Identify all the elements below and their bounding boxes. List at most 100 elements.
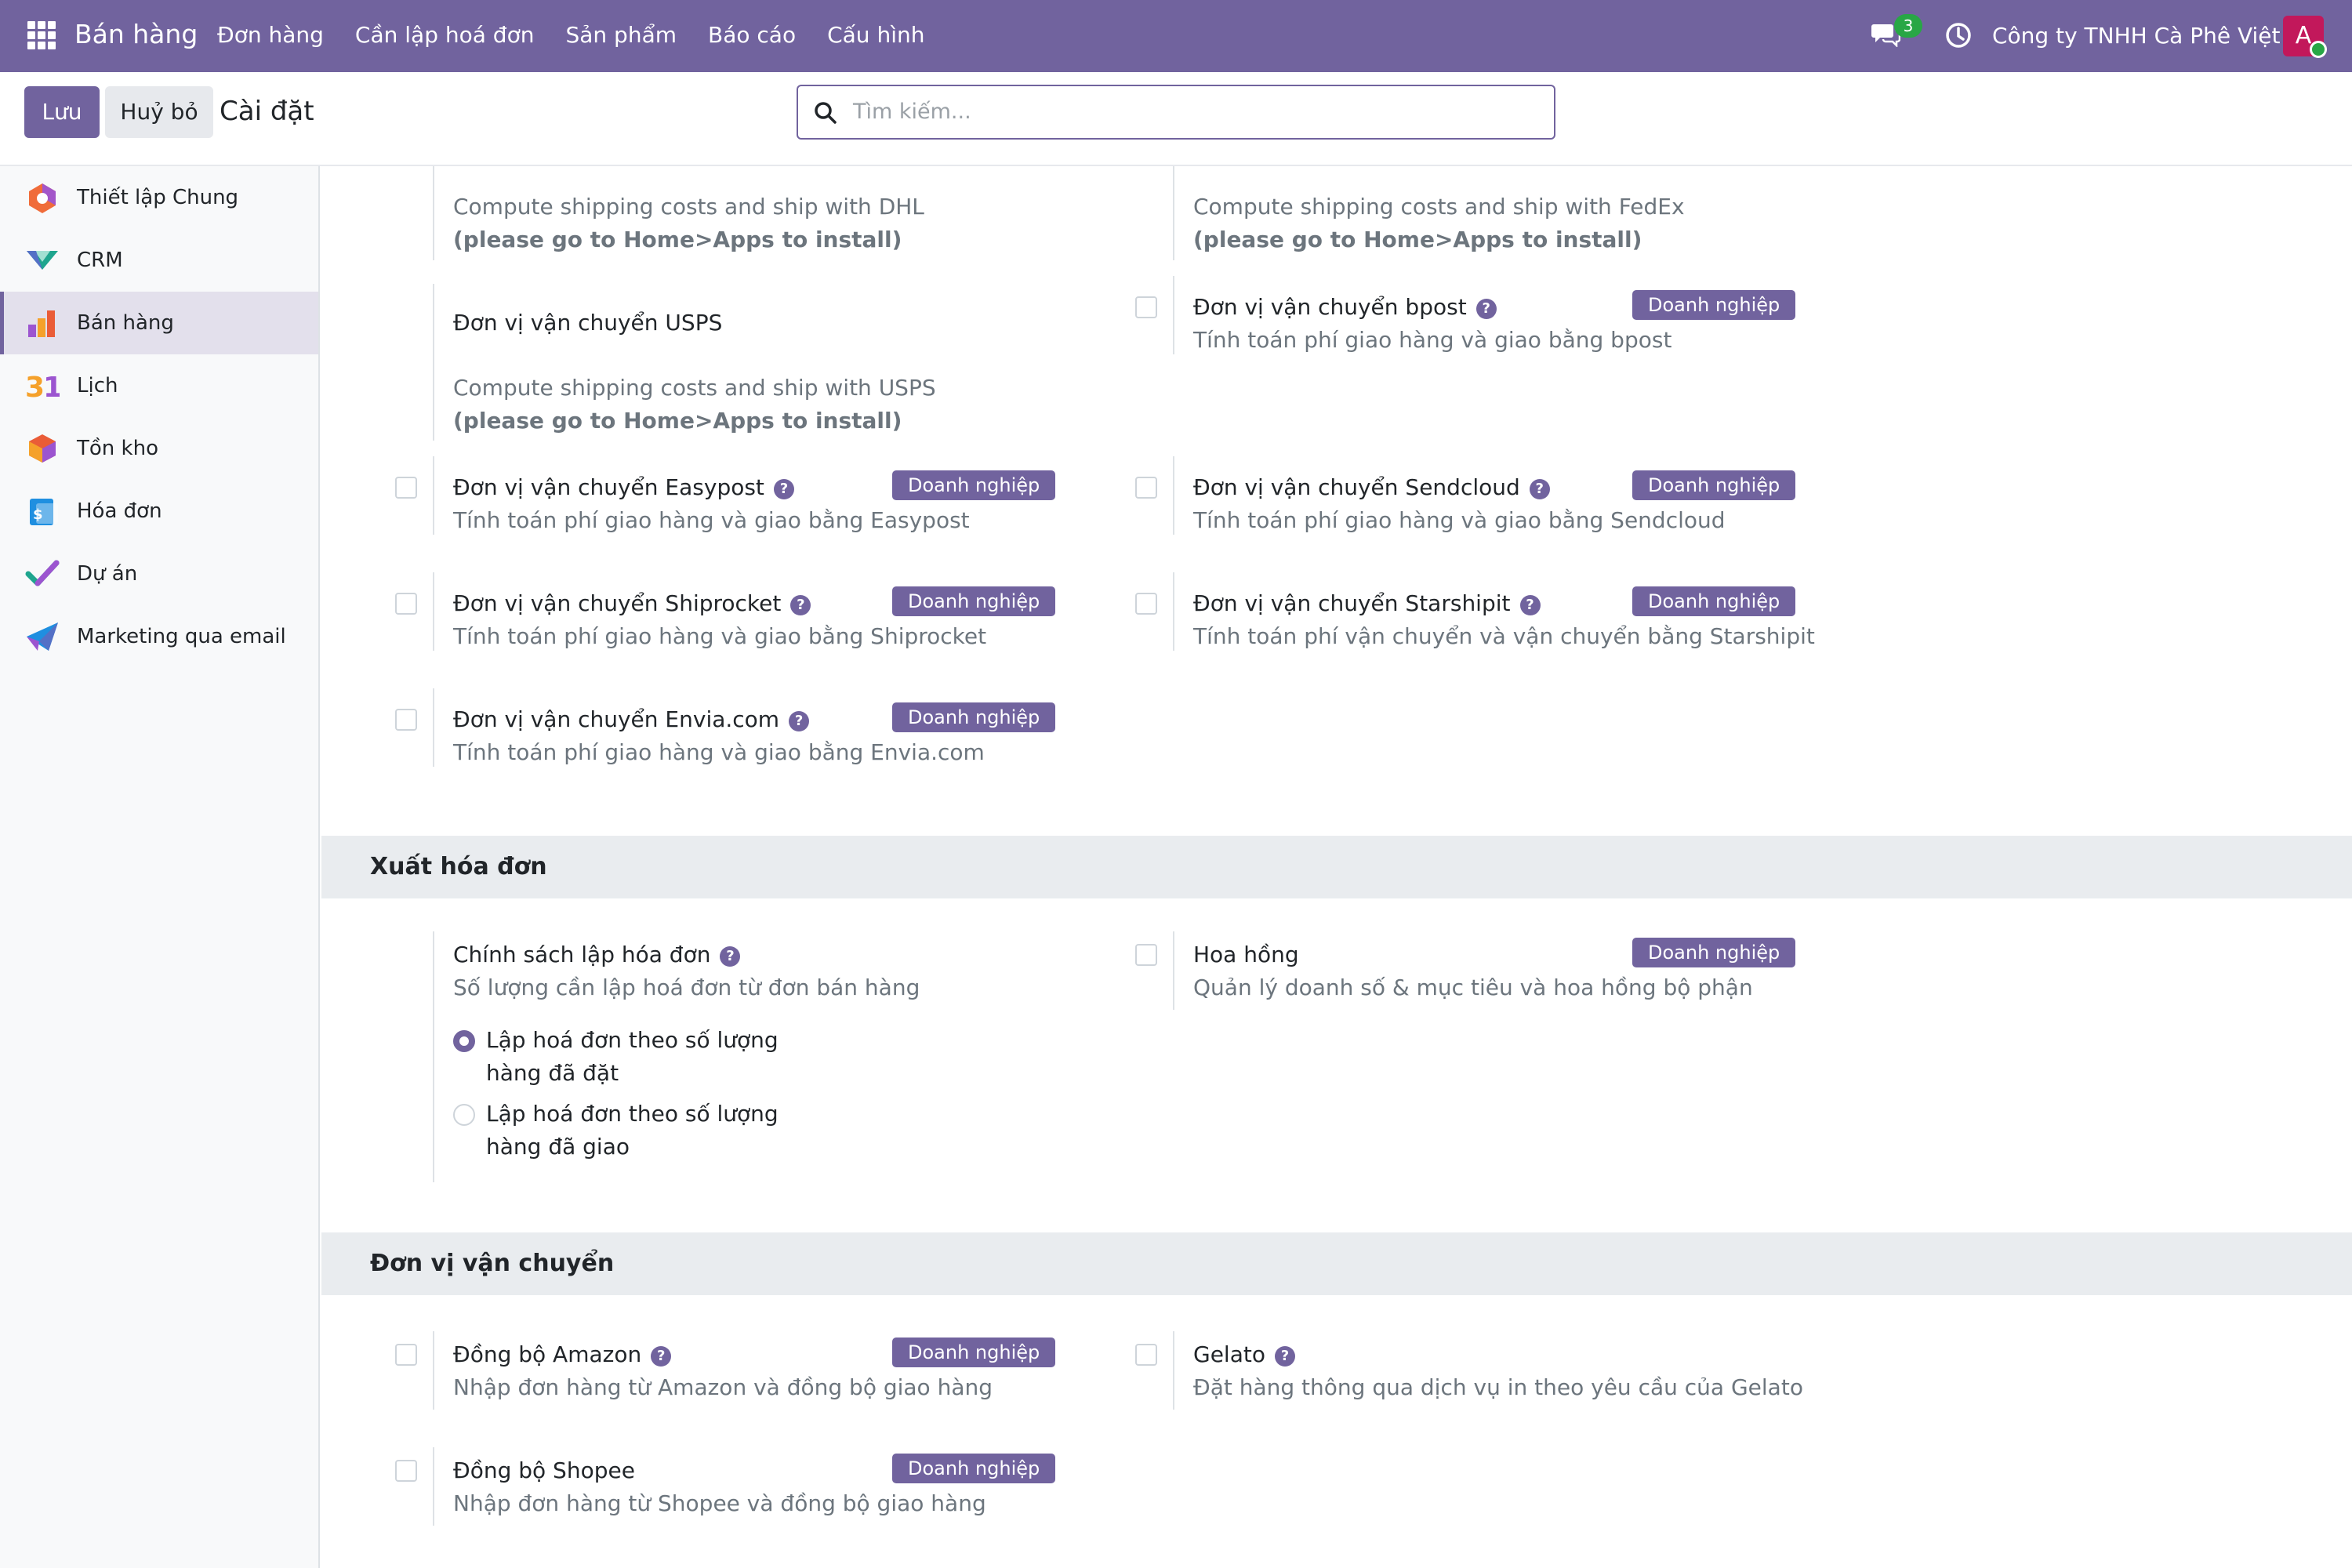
sidebar-item-inventory[interactable]: Tồn kho [0, 417, 318, 480]
help-icon[interactable]: ? [789, 711, 810, 731]
setting-fedex: Compute shipping costs and ship with Fed… [1062, 166, 1767, 260]
company-switcher[interactable]: Công ty TNHH Cà Phê Việt [1992, 20, 2281, 53]
divider [1173, 931, 1174, 1010]
divider [433, 688, 434, 767]
envia-title: Đơn vị vận chuyển Envia.com? [453, 704, 810, 735]
divider [1173, 456, 1174, 535]
svg-text:1: 1 [43, 372, 60, 401]
sidebar-item-sales[interactable]: Bán hàng [0, 292, 318, 354]
setting-shiprocket: Đơn vị vận chuyển Shiprocket? Doanh nghi… [321, 572, 1056, 651]
help-icon[interactable]: ? [790, 595, 811, 615]
divider [433, 284, 434, 441]
gelato-title: Gelato? [1193, 1339, 1295, 1370]
help-icon[interactable]: ? [773, 479, 794, 499]
radio-invoice-ordered[interactable] [453, 1030, 475, 1052]
help-icon[interactable]: ? [720, 946, 741, 967]
commission-description: Quản lý doanh số & mục tiêu và hoa hồng … [1193, 975, 1753, 1000]
sidebar-item-email-marketing[interactable]: Marketing qua email [0, 605, 318, 668]
invoice-icon: $ [30, 499, 58, 525]
sidebar-item-label: CRM [77, 249, 123, 272]
easypost-title-text: Đơn vị vận chuyển Easypost [453, 474, 764, 500]
starshipit-checkbox[interactable] [1135, 593, 1157, 615]
help-icon[interactable]: ? [1274, 1346, 1295, 1367]
sidebar-item-calendar[interactable]: 3 1 Lịch [0, 354, 318, 417]
sendcloud-checkbox[interactable] [1135, 477, 1157, 499]
section-header-invoicing: Xuất hóa đơn [321, 836, 2352, 898]
gelato-checkbox[interactable] [1135, 1344, 1157, 1366]
easypost-checkbox[interactable] [395, 477, 417, 499]
menu-to-invoice[interactable]: Cần lập hoá đơn [355, 19, 535, 52]
enterprise-badge: Doanh nghiệp [1632, 938, 1796, 967]
usps-description: Compute shipping costs and ship with USP… [453, 375, 936, 401]
sidebar-item-invoicing[interactable]: $ Hóa đơn [0, 480, 318, 543]
envia-checkbox[interactable] [395, 709, 417, 731]
gelato-title-text: Gelato [1193, 1341, 1265, 1367]
amazon-title: Đồng bộ Amazon? [453, 1339, 672, 1370]
calendar-icon: 3 1 [25, 372, 60, 401]
sidebar-item-crm[interactable]: CRM [0, 229, 318, 292]
shiprocket-checkbox[interactable] [395, 593, 417, 615]
svg-text:$: $ [33, 506, 43, 523]
bpost-title-text: Đơn vị vận chuyển bpost [1193, 294, 1467, 320]
dhl-description: Compute shipping costs and ship with DHL [453, 194, 924, 220]
online-status-dot [2310, 41, 2327, 58]
email-marketing-icon [27, 622, 58, 651]
setting-dhl: Compute shipping costs and ship with DHL… [321, 166, 1027, 260]
help-icon[interactable]: ? [1475, 299, 1497, 319]
menu-products[interactable]: Sản phẩm [565, 19, 677, 52]
settings-sidebar: Thiết lập Chung CRM Bán hàng 3 1 Lịch Tồ… [0, 166, 320, 1568]
activity-clock-icon[interactable] [1944, 21, 1973, 49]
app-grid-icon[interactable] [27, 21, 56, 49]
commission-title: Hoa hồng [1193, 942, 1299, 967]
setting-sendcloud: Đơn vị vận chuyển Sendcloud? Doanh nghiệ… [1062, 456, 1796, 535]
search-box[interactable]: Tìm kiếm... [797, 85, 1555, 140]
commission-checkbox[interactable] [1135, 944, 1157, 966]
enterprise-badge: Doanh nghiệp [1632, 470, 1796, 500]
menu-configuration[interactable]: Cấu hình [827, 19, 924, 52]
settings-hexagon-icon [29, 183, 56, 213]
divider [1173, 1331, 1174, 1410]
bpost-description: Tính toán phí giao hàng và giao bằng bpo… [1193, 327, 1672, 353]
bpost-checkbox[interactable] [1135, 296, 1157, 318]
setting-amazon: Đồng bộ Amazon? Doanh nghiệp Nhập đơn hà… [321, 1331, 1056, 1410]
starshipit-description: Tính toán phí vận chuyển và vận chuyển b… [1193, 623, 1815, 649]
inventory-icon [29, 434, 56, 463]
menu-orders[interactable]: Đơn hàng [217, 19, 324, 52]
sidebar-item-general-settings[interactable]: Thiết lập Chung [0, 166, 318, 229]
divider [433, 1447, 434, 1526]
amazon-description: Nhập đơn hàng từ Amazon và đồng bộ giao … [453, 1374, 993, 1400]
page-title: Cài đặt [220, 96, 314, 127]
sendcloud-title: Đơn vị vận chuyển Sendcloud? [1193, 472, 1550, 503]
setting-invoicing-policy: Chính sách lập hóa đơn? Số lượng cần lập… [321, 931, 1027, 1182]
setting-shopee: Đồng bộ Shopee Doanh nghiệp Nhập đơn hàn… [321, 1447, 1056, 1526]
amazon-checkbox[interactable] [395, 1344, 417, 1366]
radio-invoice-delivered[interactable] [453, 1104, 475, 1126]
enterprise-badge: Doanh nghiệp [892, 1338, 1056, 1367]
section-title: Đơn vị vận chuyển [370, 1250, 615, 1277]
help-icon[interactable]: ? [1529, 479, 1550, 499]
divider [433, 456, 434, 535]
cancel-button[interactable]: Huỷ bỏ [105, 86, 213, 138]
radio-label-ordered[interactable]: Lập hoá đơn theo số lượng hàng đã đặt [486, 1024, 815, 1090]
help-icon[interactable]: ? [1519, 595, 1541, 615]
radio-label-delivered[interactable]: Lập hoá đơn theo số lượng hàng đã giao [486, 1098, 815, 1163]
help-icon[interactable]: ? [651, 1346, 672, 1367]
easypost-description: Tính toán phí giao hàng và giao bằng Eas… [453, 507, 970, 533]
menu-reporting[interactable]: Báo cáo [708, 19, 796, 52]
sidebar-item-project[interactable]: Dự án [0, 543, 318, 605]
sidebar-item-label: Thiết lập Chung [77, 186, 239, 209]
search-input[interactable]: Tìm kiếm... [853, 86, 971, 138]
amazon-title-text: Đồng bộ Amazon [453, 1341, 642, 1367]
shopee-checkbox[interactable] [395, 1460, 417, 1482]
divider [1173, 276, 1174, 354]
divider [433, 572, 434, 651]
fedex-description: Compute shipping costs and ship with Fed… [1193, 194, 1685, 220]
app-brand[interactable]: Bán hàng [74, 17, 198, 52]
chat-count-badge: 3 [1894, 14, 1922, 38]
setting-easypost: Đơn vị vận chuyển Easypost? Doanh nghiệp… [321, 456, 1056, 535]
sidebar-item-label: Bán hàng [77, 311, 174, 335]
save-button[interactable]: Lưu [24, 86, 100, 138]
enterprise-badge: Doanh nghiệp [892, 702, 1056, 732]
sendcloud-title-text: Đơn vị vận chuyển Sendcloud [1193, 474, 1520, 500]
enterprise-badge: Doanh nghiệp [892, 1454, 1056, 1483]
